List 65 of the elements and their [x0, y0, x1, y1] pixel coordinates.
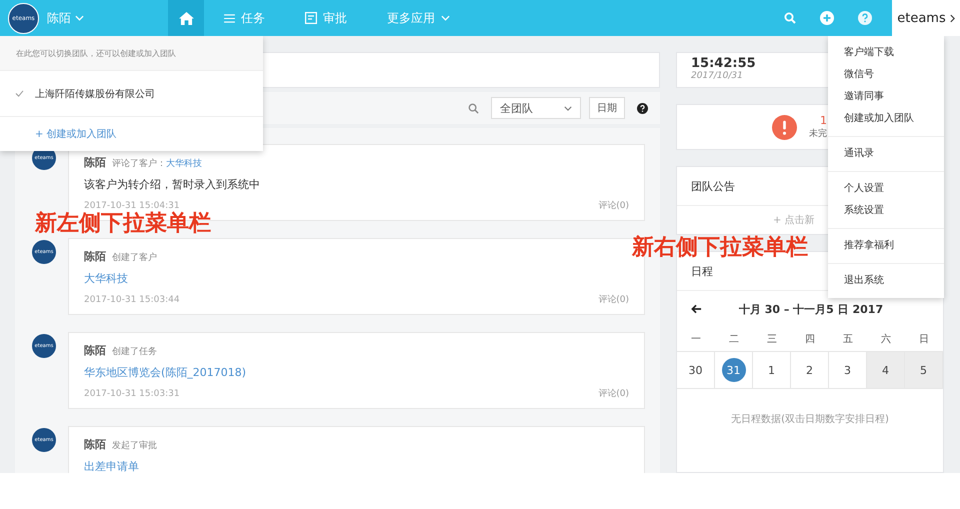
arrow-left-icon[interactable]	[691, 304, 702, 314]
menu-item[interactable]: 微信号	[828, 64, 944, 86]
menu-item[interactable]: 通讯录	[828, 143, 944, 165]
chevron-down-icon	[564, 106, 572, 110]
empty-message: 无日程数据(双击日期数字安排日程)	[730, 412, 890, 427]
home-tab[interactable]	[168, 0, 204, 36]
day-cell[interactable]: 1	[753, 352, 791, 388]
hint-text: 在此您可以切换团队，还可以创建或加入团队	[0, 36, 263, 71]
add-icon[interactable]	[820, 11, 834, 25]
day-cell[interactable]: 31	[715, 352, 753, 388]
chevron-right-icon	[950, 14, 955, 22]
activity-text: 发起了审批	[112, 440, 157, 452]
menu-item[interactable]: 邀请同事	[828, 86, 944, 108]
notice-title: 团队公告	[691, 178, 735, 194]
task-label: 未完	[809, 128, 827, 140]
annotation-text: 新右侧下拉菜单栏	[632, 234, 808, 262]
menu-item[interactable]: 个人设置	[828, 178, 944, 200]
date-button[interactable]: 日期	[589, 97, 625, 119]
menu-item[interactable]: 系统设置	[828, 200, 944, 222]
timestamp: 2017-10-31 15:03:44	[84, 295, 180, 305]
weekday-label: 三	[766, 333, 778, 346]
user-name: 陈陌	[84, 249, 106, 264]
menu-item[interactable]: 创建或加入团队	[828, 108, 944, 130]
menu-item[interactable]: 退出系统	[828, 270, 944, 292]
search-icon[interactable]	[468, 102, 479, 114]
date-range: 十月 30 – 十一月5 日 2017	[738, 302, 884, 316]
weekday-label: 四	[804, 333, 816, 346]
activity-text: 创建了客户	[112, 252, 157, 264]
day-cell[interactable]: 4	[867, 352, 905, 388]
list-icon	[224, 14, 235, 22]
clock-date: 2017/10/31	[691, 71, 743, 81]
user-name: 陈陌	[84, 155, 106, 170]
chevron-down-icon	[75, 15, 84, 21]
schedule-title: 日程	[691, 264, 713, 278]
timestamp: 2017-10-31 15:04:31	[84, 201, 180, 211]
timestamp: 2017-10-31 15:03:31	[84, 389, 180, 399]
home-icon	[178, 12, 194, 24]
menu-item[interactable]: 客户端下载	[828, 42, 944, 64]
user-name: 陈陌	[84, 343, 106, 358]
team-select[interactable]: 全团队	[491, 97, 581, 119]
user-name: 陈陌	[84, 437, 106, 452]
comment-text: 该客户为转介绍，暂时录入到系统中	[84, 177, 261, 192]
weekday-label: 一	[690, 333, 702, 346]
check-icon	[15, 90, 24, 97]
clock-time: 15:42:55	[691, 56, 756, 71]
brand-menu-button[interactable]: eteams	[892, 0, 960, 36]
help-icon[interactable]	[637, 102, 648, 114]
weekday-label: 六	[880, 332, 892, 346]
alert-icon	[772, 114, 797, 140]
day-cell[interactable]: 30	[677, 352, 715, 388]
weekday-label: 日	[918, 333, 930, 346]
activity-text: 评论了客户：	[112, 158, 166, 170]
day-cell[interactable]: 5	[905, 352, 943, 388]
search-icon[interactable]	[784, 12, 796, 24]
day-cell[interactable]: 2	[791, 352, 829, 388]
weekday-label: 二	[728, 333, 740, 346]
customer-link[interactable]: 大华科技	[166, 157, 202, 170]
approval-icon	[305, 12, 317, 24]
activity-text: 创建了任务	[112, 346, 157, 358]
task-count: 1	[820, 114, 827, 127]
team-item[interactable]: 上海阡陌传媒股份有限公司	[0, 71, 263, 117]
menu-item[interactable]: 推荐拿福利	[828, 235, 944, 257]
chevron-down-icon	[441, 15, 450, 21]
annotation-text: 新左侧下拉菜单栏	[35, 210, 211, 238]
weekday-label: 五	[842, 333, 854, 346]
